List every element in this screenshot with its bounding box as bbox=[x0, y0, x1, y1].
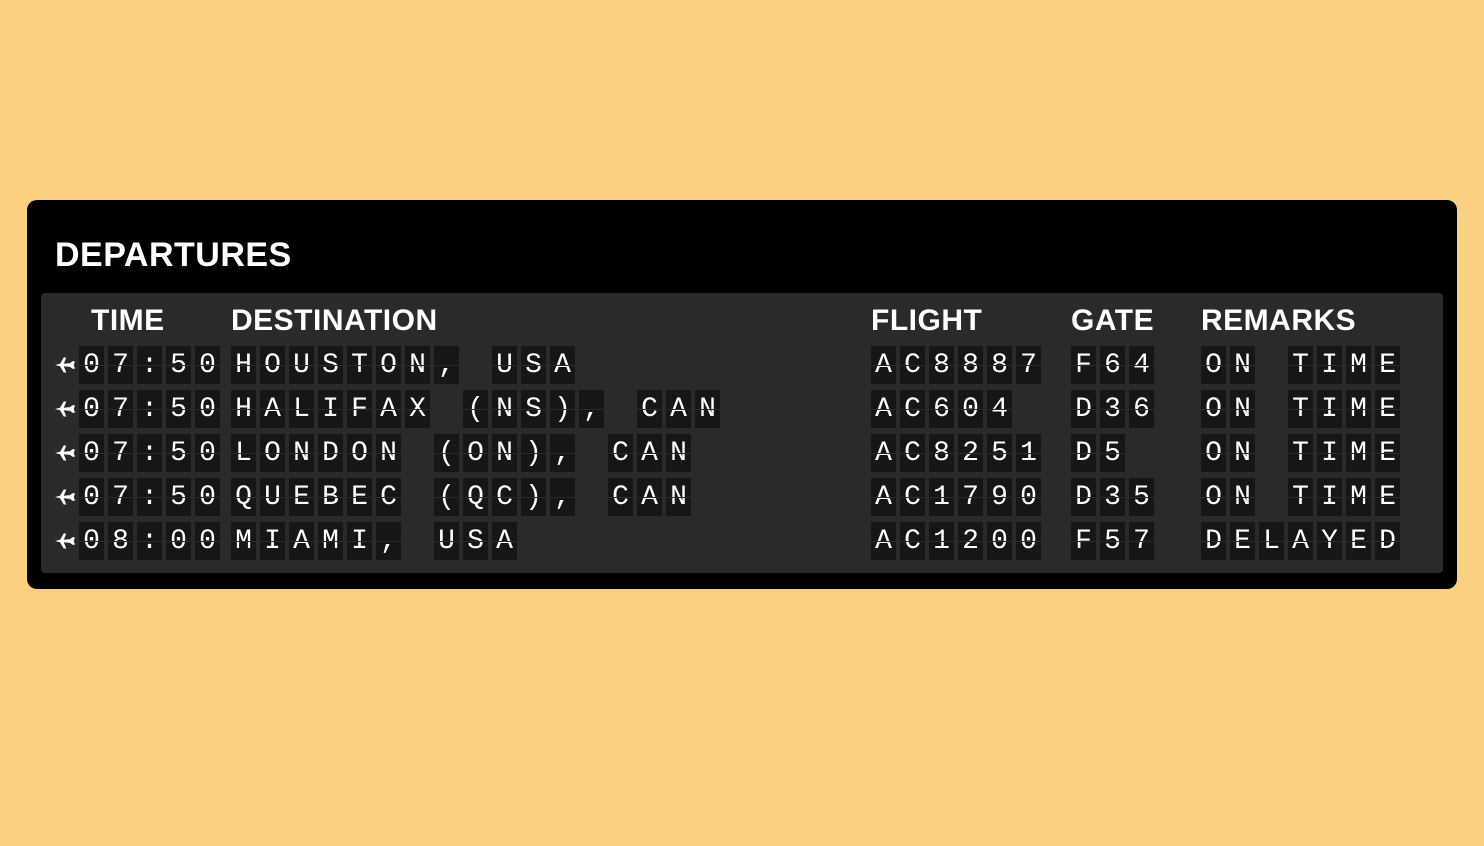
flight-grid: TIME DESTINATION FLIGHT GATE REMARKS 07:… bbox=[41, 293, 1443, 573]
flight-value: AC604 bbox=[871, 390, 1012, 428]
gate-value: F64 bbox=[1071, 346, 1154, 384]
flight-value: AC1790 bbox=[871, 478, 1041, 516]
header-time: TIME bbox=[55, 304, 165, 338]
destination-value: LONDON(ON),CAN bbox=[231, 434, 691, 472]
remarks-value: ONTIME bbox=[1201, 434, 1400, 472]
flight-row: 07:50 HOUSTON,USA AC8887 F64 ONTIME bbox=[51, 343, 1433, 387]
gate-value: D35 bbox=[1071, 478, 1154, 516]
time-value: 07:50 bbox=[79, 346, 220, 384]
remarks-value: ONTIME bbox=[1201, 478, 1400, 516]
gate-value: F57 bbox=[1071, 522, 1154, 560]
header-destination: DESTINATION bbox=[231, 304, 438, 338]
header-gate: GATE bbox=[1071, 304, 1154, 338]
flight-row: 07:50 HALIFAX(NS),CAN AC604 D36 ONTIME bbox=[51, 387, 1433, 431]
time-value: 07:50 bbox=[79, 390, 220, 428]
gate-value: D5 bbox=[1071, 434, 1125, 472]
airplane-icon bbox=[55, 355, 75, 375]
airplane-icon bbox=[55, 443, 75, 463]
airplane-icon bbox=[55, 399, 75, 419]
flight-value: AC8887 bbox=[871, 346, 1041, 384]
airplane-icon bbox=[55, 487, 75, 507]
remarks-value: ONTIME bbox=[1201, 346, 1400, 384]
flight-value: AC1200 bbox=[871, 522, 1041, 560]
header-flight: FLIGHT bbox=[871, 304, 982, 338]
remarks-value: DELAYED bbox=[1201, 522, 1400, 560]
flight-row: 07:50 QUEBEC(QC),CAN AC1790 D35 ONTIME bbox=[51, 475, 1433, 519]
header-row: TIME DESTINATION FLIGHT GATE REMARKS bbox=[51, 299, 1433, 343]
remarks-value: ONTIME bbox=[1201, 390, 1400, 428]
destination-value: HALIFAX(NS),CAN bbox=[231, 390, 720, 428]
time-value: 07:50 bbox=[79, 478, 220, 516]
destination-value: MIAMI,USA bbox=[231, 522, 517, 560]
destination-value: HOUSTON,USA bbox=[231, 346, 575, 384]
flight-value: AC8251 bbox=[871, 434, 1041, 472]
time-value: 08:00 bbox=[79, 522, 220, 560]
destination-value: QUEBEC(QC),CAN bbox=[231, 478, 691, 516]
flight-row: 07:50 LONDON(ON),CAN AC8251 D5 ONTIME bbox=[51, 431, 1433, 475]
flight-row: 08:00 MIAMI,USA AC1200 F57 DELAYED bbox=[51, 519, 1433, 563]
time-value: 07:50 bbox=[79, 434, 220, 472]
header-remarks: REMARKS bbox=[1201, 304, 1356, 338]
board-title: DEPARTURES bbox=[41, 218, 1443, 293]
gate-value: D36 bbox=[1071, 390, 1154, 428]
airplane-icon bbox=[55, 531, 75, 551]
departures-board: DEPARTURES TIME DESTINATION FLIGHT GATE … bbox=[27, 200, 1457, 589]
